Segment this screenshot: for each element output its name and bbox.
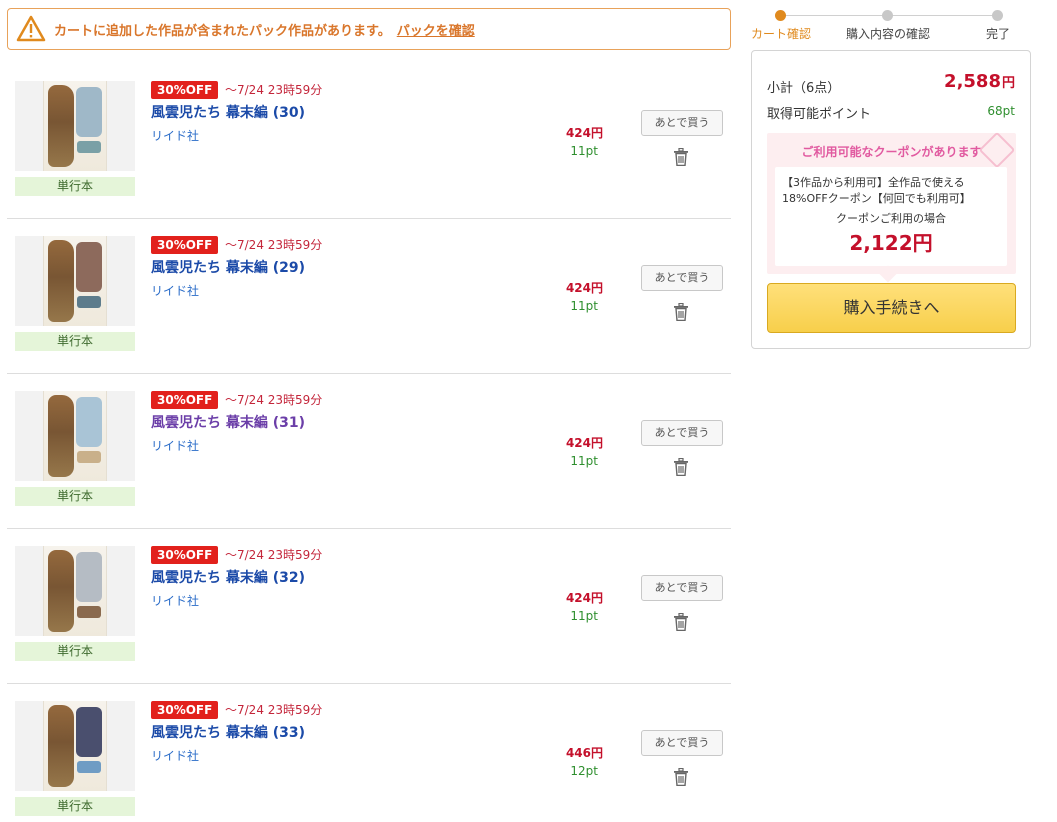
format-label: 単行本 [15,332,135,351]
sale-deadline: ～7/24 23時59分 [225,703,323,717]
warning-icon [16,15,46,42]
trash-icon[interactable] [673,458,689,476]
cart-item: 単行本 30%OFF ～7/24 23時59分 風雲児たち 幕末編 (31) リ… [7,374,731,529]
buy-later-button[interactable]: あとで買う [641,110,723,136]
item-points: 12pt [570,764,598,778]
trash-icon[interactable] [673,303,689,321]
item-points: 11pt [570,454,598,468]
buy-later-button[interactable]: あとで買う [641,575,723,601]
pack-notice-banner: カートに追加した作品が含まれたパック作品があります。 パックを確認 [7,8,731,50]
item-price: 424円 [565,281,603,295]
item-title-link[interactable]: 風雲児たち 幕末編 (29) [151,257,305,277]
item-title-link[interactable]: 風雲児たち 幕末編 (30) [151,102,305,122]
format-label: 単行本 [15,797,135,816]
step-dot-confirm [882,10,893,21]
item-points: 11pt [570,609,598,623]
publisher-link[interactable]: リイド社 [151,282,199,299]
item-points: 11pt [570,144,598,158]
sale-deadline: ～7/24 23時59分 [225,83,323,97]
notice-message: カートに追加した作品が含まれたパック作品があります。 [54,23,391,39]
format-label: 単行本 [15,487,135,506]
trash-icon[interactable] [673,768,689,786]
subtotal-amount: 2,588円 [944,71,1015,92]
discount-badge: 30%OFF [151,81,219,99]
buy-later-button[interactable]: あとで買う [641,420,723,446]
buy-later-button[interactable]: あとで買う [641,730,723,756]
item-points: 11pt [570,299,598,313]
coupon-tag-icon [978,131,1016,169]
step-label-cart: カート確認 [751,27,812,41]
order-summary-panel: 小計（6点） 2,588円 取得可能ポイント 68pt ご利用可能なクーポンがあ… [751,50,1031,349]
item-price: 424円 [565,591,603,605]
item-title-link[interactable]: 風雲児たち 幕末編 (32) [151,567,305,587]
discount-badge: 30%OFF [151,546,219,564]
book-cover-image[interactable] [15,81,135,171]
item-price: 424円 [565,126,603,140]
points-value: 68pt [987,104,1015,118]
points-label: 取得可能ポイント [767,107,872,122]
subtotal-label: 小計（6点） [767,81,841,96]
trash-icon[interactable] [673,148,689,166]
book-cover-image[interactable] [15,236,135,326]
discount-badge: 30%OFF [151,391,219,409]
item-price: 446円 [565,746,603,760]
book-cover-image[interactable] [15,546,135,636]
checkout-button[interactable]: 購入手続きへ [767,283,1016,333]
cart-item: 単行本 30%OFF ～7/24 23時59分 風雲児たち 幕末編 (33) リ… [7,684,731,822]
buy-later-button[interactable]: あとで買う [641,265,723,291]
step-dot-cart [775,10,786,21]
sale-deadline: ～7/24 23時59分 [225,548,323,562]
publisher-link[interactable]: リイド社 [151,747,199,764]
check-pack-link[interactable]: パックを確認 [397,20,475,39]
item-title-link[interactable]: 風雲児たち 幕末編 (33) [151,722,305,742]
cart-item-list: 単行本 30%OFF ～7/24 23時59分 風雲児たち 幕末編 (30) リ… [7,64,731,822]
item-price: 424円 [565,436,603,450]
step-label-confirm: 購入内容の確認 [846,27,931,41]
cart-item: 単行本 30%OFF ～7/24 23時59分 風雲児たち 幕末編 (30) リ… [7,64,731,219]
coupon-card[interactable]: 【3作品から利用可】全作品で使える18%OFFクーポン【何回でも利用可】 クーポ… [775,167,1007,266]
coupon-description: 【3作品から利用可】全作品で使える18%OFFクーポン【何回でも利用可】 [782,176,971,205]
book-cover-image[interactable] [15,701,135,791]
publisher-link[interactable]: リイド社 [151,127,199,144]
book-cover-image[interactable] [15,391,135,481]
coupon-pointer [879,265,897,283]
coupon-heading: ご利用可能なクーポンがあります [801,145,982,159]
discount-badge: 30%OFF [151,236,219,254]
coupon-price: 2,122円 [849,231,933,255]
publisher-link[interactable]: リイド社 [151,592,199,609]
sale-deadline: ～7/24 23時59分 [225,238,323,252]
checkout-steps: カート確認 購入内容の確認 完了 [751,8,1031,44]
step-label-complete: 完了 [986,27,1011,41]
cart-item: 単行本 30%OFF ～7/24 23時59分 風雲児たち 幕末編 (29) リ… [7,219,731,374]
discount-badge: 30%OFF [151,701,219,719]
sale-deadline: ～7/24 23時59分 [225,393,323,407]
format-label: 単行本 [15,177,135,196]
trash-icon[interactable] [673,613,689,631]
coupon-box: ご利用可能なクーポンがあります 【3作品から利用可】全作品で使える18%OFFク… [767,131,1016,283]
coupon-condition: クーポンご利用の場合 [836,212,946,225]
step-dot-complete [992,10,1003,21]
publisher-link[interactable]: リイド社 [151,437,199,454]
item-title-link[interactable]: 風雲児たち 幕末編 (31) [151,412,305,432]
cart-item: 単行本 30%OFF ～7/24 23時59分 風雲児たち 幕末編 (32) リ… [7,529,731,684]
format-label: 単行本 [15,642,135,661]
